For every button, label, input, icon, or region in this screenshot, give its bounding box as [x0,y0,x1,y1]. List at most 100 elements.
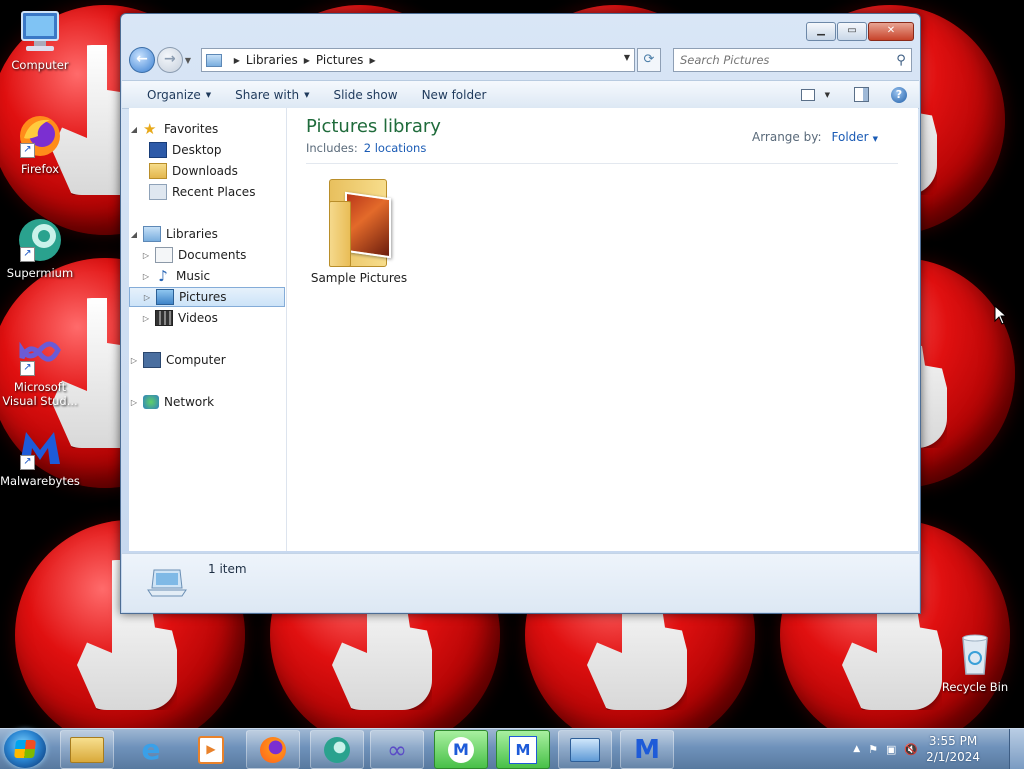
expand-triangle-icon[interactable]: ▷ [141,251,151,260]
clock-time: 3:55 PM [928,734,978,748]
taskbar-explorer[interactable] [60,730,114,769]
taskbar-supermium[interactable] [310,730,364,769]
nav-recent-places[interactable]: Recent Places [129,182,301,202]
taskbar-media-player[interactable]: ▶ [184,730,238,769]
show-hidden-icons-icon[interactable]: ▲ [853,744,860,754]
search-icon[interactable]: ⚲ [891,53,911,68]
forward-button[interactable]: → [156,47,183,73]
taskbar-malwarebytes-app[interactable]: M [620,730,674,769]
search-box[interactable]: ⚲ [672,48,912,72]
chevron-down-icon: ▼ [872,135,878,143]
recycle-bin-icon [951,630,999,678]
desktop-icon-malwarebytes[interactable]: ↗ Malwarebytes [0,424,80,488]
videos-icon [155,310,173,326]
locations-link[interactable]: 2 locations [364,141,427,155]
folder-item-sample-pictures[interactable]: Sample Pictures [299,171,419,285]
taskbar-internet-explorer[interactable]: e [124,730,178,769]
forward-arrow-icon: → [163,51,176,67]
malwarebytes-icon: M [448,736,474,763]
malwarebytes-icon: ↗ [16,424,64,472]
view-options-chevron-icon[interactable]: ▼ [825,91,830,99]
taskbar-visual-studio[interactable]: ∞ [370,730,424,769]
organize-button[interactable]: Organize ▼ [122,88,223,102]
nav-music[interactable]: ▷ ♪ Music [129,266,297,286]
desktop-icon-label: Supermium [6,266,74,280]
nav-favorites[interactable]: ◢ ★ Favorites [129,119,285,139]
new-folder-button[interactable]: New folder [410,88,499,102]
refresh-button[interactable]: ⟳ [637,48,661,72]
network-status-icon[interactable]: ▣ [886,743,896,756]
arrange-by-dropdown[interactable]: Folder ▼ [832,130,878,144]
breadcrumb-separator-icon[interactable]: ▶ [369,56,375,65]
file-list-pane[interactable]: Pictures library Includes: 2 locations Ar… [287,108,918,551]
nav-videos[interactable]: ▷ Videos [129,308,297,328]
show-desktop-button[interactable] [1009,729,1024,769]
taskbar-malwarebytes[interactable]: M [434,730,488,769]
expand-triangle-icon[interactable]: ▷ [141,272,151,281]
explorer-window[interactable]: ▁ ▭ ✕ ← → ▼ ▶ Libraries ▶ Pictures ▶ ▼ ⟳… [120,13,921,614]
content-area: ◢ ★ Favorites Desktop Downloads Recent P… [129,108,918,551]
desktop-icon-computer[interactable]: Computer [0,8,80,72]
breadcrumb-libraries[interactable]: Libraries [246,53,298,67]
collapse-triangle-icon[interactable]: ◢ [129,125,139,134]
clock[interactable]: 3:55 PM 2/1/2024 [926,733,980,765]
breadcrumb-separator-icon[interactable]: ▶ [234,56,240,65]
pictures-icon [156,289,174,305]
recent-pages-dropdown[interactable]: ▼ [185,56,195,65]
breadcrumb-pictures[interactable]: Pictures [316,53,364,67]
volume-muted-icon[interactable]: 🔇 [904,743,918,756]
clock-date: 2/1/2024 [926,750,980,764]
close-button[interactable]: ✕ [868,22,914,41]
supermium-icon [324,736,350,763]
breadcrumb: ▶ Libraries ▶ Pictures ▶ [228,53,382,67]
nav-libraries[interactable]: ◢ Libraries [129,224,285,244]
mouse-cursor-icon [994,305,1006,325]
search-input[interactable] [673,52,891,68]
downloads-folder-icon [149,163,167,179]
folder-name: Sample Pictures [310,271,408,285]
taskbar-firefox[interactable] [246,730,300,769]
nav-music-label: Music [176,269,211,283]
desktop-icon-supermium[interactable]: ↗ Supermium [0,216,80,280]
pictures-folder-icon [205,53,222,67]
expand-triangle-icon[interactable]: ▷ [141,314,151,323]
back-button[interactable]: ← [129,47,155,73]
header-divider [306,163,898,164]
nav-pictures[interactable]: ▷ Pictures [129,287,285,307]
visual-studio-icon: ∞ [387,735,407,764]
nav-desktop[interactable]: Desktop [129,140,301,160]
nav-documents-label: Documents [178,248,247,262]
nav-downloads[interactable]: Downloads [129,161,301,181]
expand-triangle-icon[interactable]: ▷ [129,398,139,407]
address-bar[interactable]: ▶ Libraries ▶ Pictures ▶ ▼ [200,48,636,72]
collapse-triangle-icon[interactable]: ◢ [129,230,139,239]
documents-icon [155,247,173,263]
nav-network[interactable]: ▷ Network [129,392,285,412]
expand-triangle-icon[interactable]: ▷ [129,356,139,365]
taskbar-malwarebytes-setup[interactable]: M [496,730,550,769]
help-icon[interactable]: ? [891,86,907,103]
maximize-button[interactable]: ▭ [837,22,867,41]
action-center-flag-icon[interactable]: ⚑ [868,743,878,756]
preview-pane-icon[interactable] [854,87,869,102]
change-view-icon[interactable] [800,88,815,101]
explorer-icon [70,736,104,763]
organize-label: Organize [147,87,201,102]
breadcrumb-separator-icon[interactable]: ▶ [304,56,310,65]
start-button[interactable] [4,730,46,768]
desktop-icon-visual-studio[interactable]: ↗ Microsoft Visual Stud... [0,330,80,408]
address-dropdown-icon[interactable]: ▼ [624,53,630,62]
nav-downloads-label: Downloads [172,164,238,178]
nav-computer[interactable]: ▷ Computer [129,350,285,370]
desktop-icon-firefox[interactable]: ↗ Firefox [0,112,80,176]
share-with-button[interactable]: Share with ▼ [223,88,321,102]
nav-documents[interactable]: ▷ Documents [129,245,297,265]
desktop-icon-label: Computer [11,58,69,72]
back-arrow-icon: ← [136,51,148,67]
desktop-icon-recycle-bin[interactable]: Recycle Bin [935,630,1015,694]
minimize-button[interactable]: ▁ [806,22,836,41]
computer-icon [143,352,161,368]
slide-show-button[interactable]: Slide show [321,88,409,102]
taskbar-control-panel[interactable] [558,730,612,769]
expand-triangle-icon[interactable]: ▷ [142,293,152,302]
